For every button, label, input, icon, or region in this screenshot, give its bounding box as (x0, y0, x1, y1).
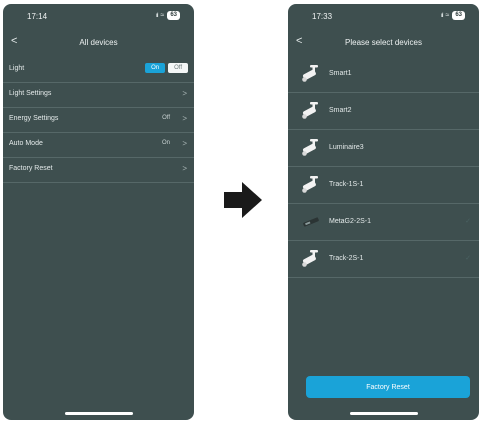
spotlight-icon (302, 139, 318, 156)
device-label: Track-1S-1 (329, 181, 364, 188)
factory-reset-row[interactable]: Factory Reset > (3, 158, 194, 183)
light-on-button[interactable]: On (145, 63, 166, 73)
linear-light-icon (303, 217, 319, 227)
chevron-right-icon: > (182, 114, 187, 123)
home-indicator (349, 412, 418, 415)
signal-icon: ııl (440, 12, 444, 19)
phone-screen-select-devices: 17:33 ııl ≈ 63 < Please select devices S… (288, 4, 479, 420)
device-list: Smart1 Smart2 Luminaire3 Track-1S-1 Meta… (288, 56, 479, 278)
status-bar: 17:14 ııl ≈ 63 (3, 4, 194, 26)
device-row-luminaire3[interactable]: Luminaire3 (288, 130, 479, 167)
page-title: Please select devices (345, 38, 422, 47)
status-time: 17:33 (312, 12, 333, 21)
spotlight-icon (302, 65, 318, 82)
energy-settings-row[interactable]: Energy Settings Off > (3, 108, 194, 133)
energy-settings-label: Energy Settings (9, 115, 59, 122)
checkmark-icon: ✓ (465, 255, 471, 262)
wifi-icon: ≈ (445, 12, 450, 19)
signal-icon: ııl (155, 12, 159, 19)
device-label: Smart1 (329, 70, 352, 77)
nav-bar: < Please select devices (288, 35, 479, 53)
factory-reset-button[interactable]: Factory Reset (306, 376, 470, 398)
spotlight-icon (302, 176, 318, 193)
device-row-smart2[interactable]: Smart2 (288, 93, 479, 130)
battery-icon: 63 (167, 11, 180, 20)
status-icons: ııl ≈ 63 (441, 11, 465, 20)
settings-list: Light On Off Light Settings > Energy Set… (3, 58, 194, 183)
device-label: MetaG2-2S-1 (329, 218, 372, 225)
auto-mode-label: Auto Mode (9, 140, 43, 147)
light-toggle: On Off (145, 63, 188, 73)
right-arrow-icon (224, 182, 262, 218)
status-bar: 17:33 ııl ≈ 63 (288, 4, 479, 26)
spotlight-icon (302, 102, 318, 119)
device-row-smart1[interactable]: Smart1 (288, 56, 479, 93)
auto-mode-value: On (161, 140, 170, 146)
device-label: Track-2S-1 (329, 255, 364, 262)
light-row: Light On Off (3, 58, 194, 83)
chevron-right-icon: > (182, 164, 187, 173)
auto-mode-row[interactable]: Auto Mode On > (3, 133, 194, 158)
light-settings-row[interactable]: Light Settings > (3, 83, 194, 108)
light-off-button[interactable]: Off (168, 63, 188, 73)
device-label: Luminaire3 (329, 144, 364, 151)
light-label: Light (9, 65, 25, 72)
chevron-right-icon: > (182, 139, 187, 148)
status-time: 17:14 (27, 12, 48, 21)
wifi-icon: ≈ (160, 12, 165, 19)
chevron-right-icon: > (182, 89, 187, 98)
nav-bar: < All devices (3, 35, 194, 53)
light-settings-label: Light Settings (9, 90, 52, 97)
device-row-track-2s-1[interactable]: Track-2S-1 ✓ (288, 241, 479, 278)
energy-settings-value: Off (162, 115, 170, 121)
device-label: Smart2 (329, 107, 352, 114)
battery-icon: 63 (452, 11, 465, 20)
phone-screen-all-devices: 17:14 ııl ≈ 63 < All devices Light On Of… (3, 4, 194, 420)
checkmark-icon: ✓ (465, 218, 471, 225)
status-icons: ııl ≈ 63 (156, 11, 180, 20)
page-title: All devices (79, 38, 118, 47)
device-row-metag2-2s-1[interactable]: MetaG2-2S-1 ✓ (288, 204, 479, 241)
home-indicator (64, 412, 133, 415)
factory-reset-label: Factory Reset (9, 165, 53, 172)
spotlight-icon (302, 250, 318, 267)
device-row-track-1s-1[interactable]: Track-1S-1 (288, 167, 479, 204)
